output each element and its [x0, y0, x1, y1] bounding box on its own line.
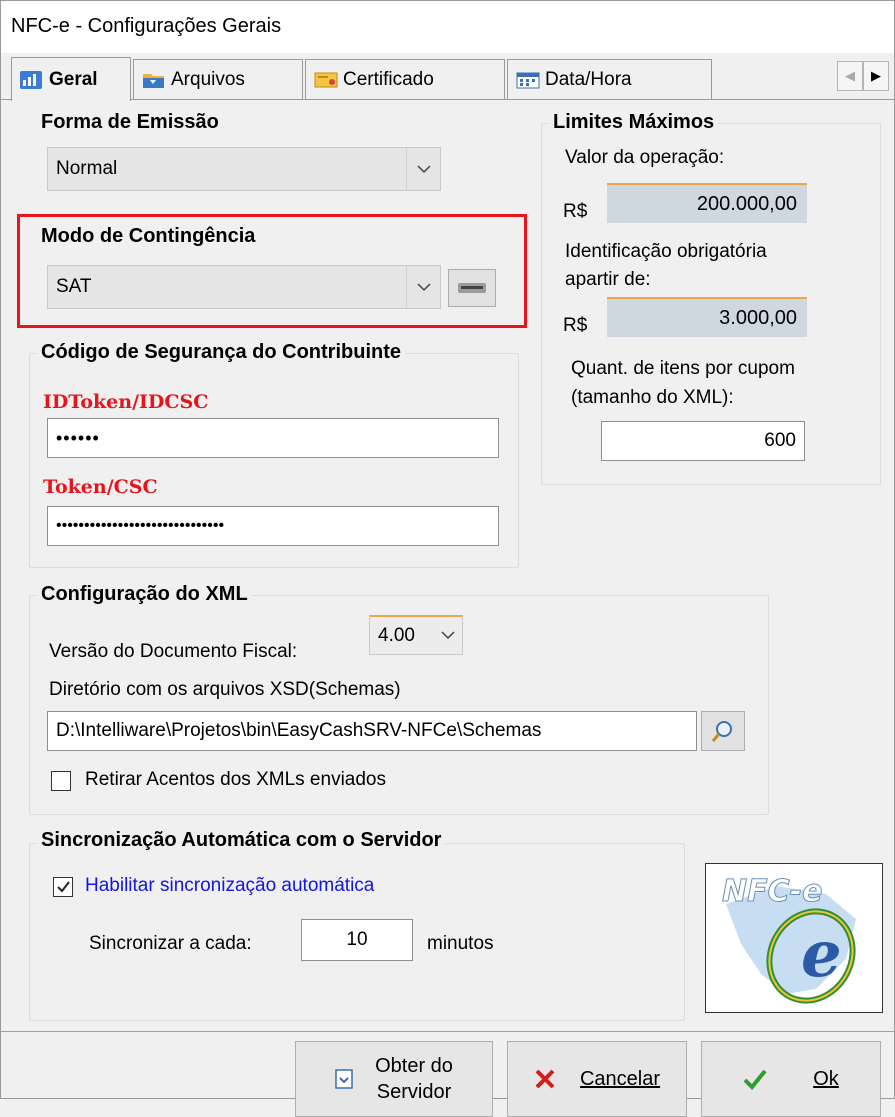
- diretorio-value: D:\Intelliware\Projetos\bin\EasyCashSRV-…: [56, 720, 542, 741]
- sat-device-button[interactable]: [448, 269, 496, 307]
- tab-geral[interactable]: Geral: [11, 57, 131, 101]
- modo-contingencia-label: Modo de Contingência: [37, 225, 260, 248]
- svg-text:e: e: [801, 917, 842, 992]
- obter-do-servidor-button[interactable]: Obter do Servidor: [295, 1041, 493, 1117]
- idtoken-input[interactable]: ••••••: [47, 418, 499, 458]
- valor-operacao-label: Valor da operação:: [565, 147, 725, 168]
- folder-icon: [142, 71, 164, 89]
- itens-input[interactable]: 600: [601, 421, 805, 461]
- modo-contingencia-select[interactable]: SAT: [47, 265, 441, 309]
- checkmark-icon: [57, 881, 70, 893]
- currency-label: R$: [563, 315, 588, 336]
- xml-group-label: Configuração do XML: [37, 583, 252, 606]
- forma-emissao-select[interactable]: Normal: [47, 147, 441, 191]
- tab-label: Arquivos: [171, 68, 245, 90]
- csc-group-label: Código de Segurança do Contribuinte: [37, 341, 405, 364]
- token-label: Token/CSC: [43, 476, 158, 498]
- chevron-right-icon: ▶: [871, 68, 881, 83]
- chevron-down-icon: [434, 617, 462, 654]
- token-value: ••••••••••••••••••••••••••••••: [56, 517, 225, 534]
- search-icon: [711, 721, 732, 742]
- retirar-acentos-checkbox[interactable]: [51, 771, 71, 791]
- habilitar-sync-checkbox[interactable]: [53, 877, 73, 897]
- tab-strip-border: [1, 99, 895, 100]
- valor-operacao-value: 200.000,00: [696, 192, 797, 215]
- sync-group-label: Sincronização Automática com o Servidor: [37, 829, 446, 852]
- itens-value: 600: [764, 430, 796, 451]
- device-icon: [458, 283, 486, 293]
- retirar-acentos-label: Retirar Acentos dos XMLs enviados: [85, 769, 386, 790]
- tab-label: Certificado: [343, 68, 434, 90]
- idtoken-label: IDToken/IDCSC: [43, 391, 209, 413]
- ok-label: Ok: [813, 1067, 839, 1090]
- download-icon: [335, 1069, 353, 1089]
- chevron-left-icon: ◀: [845, 68, 855, 83]
- browse-directory-button[interactable]: [701, 711, 745, 751]
- diretorio-label: Diretório com os arquivos XSD(Schemas): [49, 679, 401, 700]
- config-window: NFC-e - Configurações Gerais Geral Arqui…: [0, 0, 895, 1117]
- footer-divider: [1, 1031, 895, 1032]
- sync-interval-input[interactable]: 10: [301, 919, 413, 961]
- window-title: NFC-e - Configurações Gerais: [11, 15, 282, 37]
- chart-icon: [20, 70, 42, 89]
- sync-interval-value: 10: [346, 929, 368, 950]
- token-input[interactable]: ••••••••••••••••••••••••••••••: [47, 506, 499, 546]
- tab-label: Data/Hora: [545, 68, 632, 90]
- limites-group-label: Limites Máximos: [549, 111, 719, 134]
- idtoken-value: ••••••: [56, 427, 100, 448]
- nfce-logo-text: NFC-e: [721, 874, 823, 910]
- chevron-down-icon: [406, 266, 440, 308]
- close-icon: [535, 1069, 555, 1089]
- itens-label-line1: Quant. de itens por cupom: [571, 358, 795, 379]
- calendar-icon: [516, 71, 540, 89]
- tab-arquivos[interactable]: Arquivos: [133, 59, 303, 99]
- valor-operacao-field: 200.000,00: [607, 183, 807, 223]
- itens-label-line2: (tamanho do XML):: [571, 387, 734, 408]
- tab-scroll-left-button[interactable]: ◀: [837, 61, 863, 91]
- tab-scroll-right-button[interactable]: ▶: [863, 61, 889, 91]
- identificacao-value: 3.000,00: [719, 306, 797, 329]
- chevron-down-icon: [406, 148, 440, 190]
- tab-certificado[interactable]: Certificado: [305, 59, 505, 99]
- versao-value: 4.00: [378, 624, 415, 646]
- obter-label-line2: Servidor: [376, 1081, 452, 1103]
- certificate-icon: [314, 71, 338, 89]
- cancel-button[interactable]: Cancelar: [507, 1041, 687, 1117]
- versao-label: Versão do Documento Fiscal:: [49, 641, 298, 662]
- diretorio-input[interactable]: D:\Intelliware\Projetos\bin\EasyCashSRV-…: [47, 711, 697, 751]
- habilitar-sync-label: Habilitar sincronização automática: [85, 875, 375, 896]
- ok-button[interactable]: Ok: [701, 1041, 881, 1117]
- identificacao-label-line1: Identificação obrigatória: [565, 241, 767, 262]
- identificacao-label-line2: apartir de:: [565, 269, 651, 290]
- versao-select[interactable]: 4.00: [369, 615, 463, 655]
- currency-label: R$: [563, 201, 588, 222]
- tab-label: Geral: [49, 68, 98, 90]
- forma-emissao-label: Forma de Emissão: [37, 111, 223, 134]
- title-bar: NFC-e - Configurações Gerais: [1, 1, 894, 53]
- nfce-logo: e NFC-e: [705, 863, 883, 1013]
- obter-label-line1: Obter do: [375, 1055, 453, 1077]
- tab-data-hora[interactable]: Data/Hora: [507, 59, 712, 99]
- cancel-label: Cancelar: [579, 1067, 661, 1090]
- forma-emissao-value: Normal: [56, 158, 118, 179]
- checkmark-icon: [743, 1069, 767, 1090]
- sincronizar-label: Sincronizar a cada:: [89, 933, 252, 954]
- minutos-label: minutos: [427, 933, 494, 954]
- modo-contingencia-value: SAT: [56, 276, 92, 297]
- identificacao-field: 3.000,00: [607, 297, 807, 337]
